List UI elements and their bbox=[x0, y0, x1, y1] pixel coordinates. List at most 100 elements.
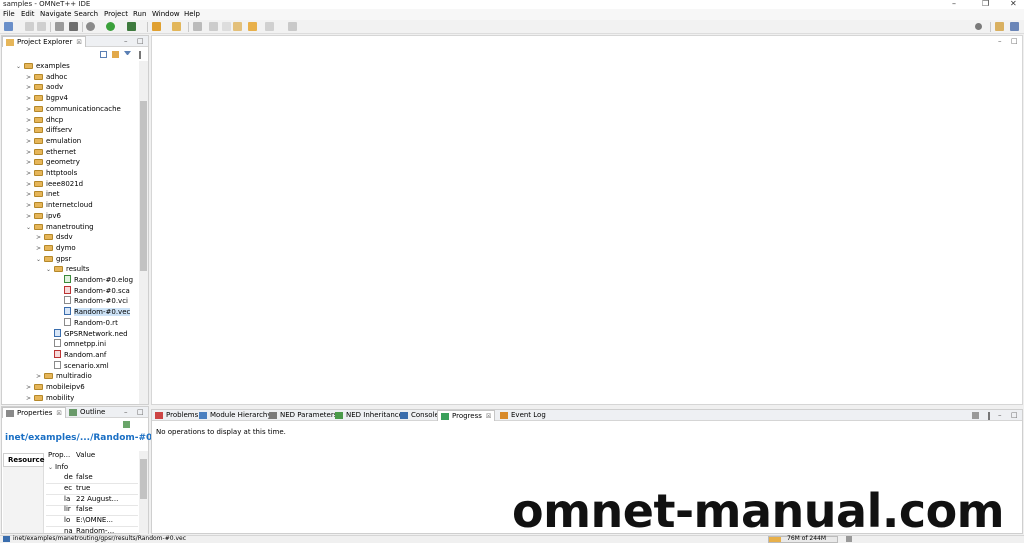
maximize-view-icon[interactable]: □ bbox=[1011, 411, 1018, 419]
close-tab-icon[interactable]: ☒ bbox=[56, 410, 61, 417]
menu-help[interactable]: Help bbox=[184, 10, 200, 18]
chevron-right-icon[interactable]: > bbox=[26, 94, 34, 104]
minimize-view-icon[interactable]: – bbox=[124, 37, 128, 45]
chevron-right-icon[interactable]: > bbox=[26, 148, 34, 158]
chevron-right-icon[interactable]: > bbox=[26, 180, 34, 190]
open-folder-icon[interactable] bbox=[172, 22, 181, 31]
forward-icon[interactable] bbox=[265, 22, 274, 31]
chevron-right-icon[interactable]: > bbox=[26, 73, 34, 83]
tree-item[interactable]: omnetpp.ini bbox=[46, 339, 106, 349]
tree-item[interactable]: > ieee8021d bbox=[26, 179, 83, 189]
chevron-right-icon[interactable]: > bbox=[26, 116, 34, 126]
menu-edit[interactable]: Edit bbox=[21, 10, 35, 18]
tree-item[interactable]: > dhcp bbox=[26, 115, 63, 125]
tree-item[interactable]: > inet bbox=[26, 189, 59, 199]
tree-item[interactable]: GPSRNetwork.ned bbox=[46, 328, 128, 339]
close-tab-icon[interactable]: ☒ bbox=[76, 39, 81, 46]
chevron-right-icon[interactable]: > bbox=[26, 394, 34, 404]
tree-item[interactable]: > ipv6 bbox=[26, 211, 61, 221]
tree-item[interactable]: > internetcloud bbox=[26, 200, 93, 210]
tree-item[interactable]: > dymo bbox=[36, 243, 76, 253]
tab-project-explorer[interactable]: Project Explorer ☒ bbox=[2, 36, 86, 47]
maximize-view-icon[interactable]: □ bbox=[137, 37, 144, 45]
link-editor-icon[interactable] bbox=[112, 51, 119, 58]
wizard-icon[interactable] bbox=[152, 22, 161, 31]
property-value[interactable]: E:\OMNE... bbox=[76, 516, 113, 524]
save-icon[interactable] bbox=[25, 22, 34, 31]
tree-item[interactable]: > multiradio bbox=[36, 371, 92, 381]
chevron-down-icon[interactable]: ⌄ bbox=[46, 265, 54, 275]
tab-resource[interactable]: Resource bbox=[3, 453, 44, 467]
minimize-view-icon[interactable]: – bbox=[998, 411, 1002, 419]
tree-item[interactable]: Random-#0.vci bbox=[56, 296, 128, 306]
tab-console[interactable]: Console bbox=[397, 410, 442, 421]
new-icon[interactable] bbox=[4, 22, 13, 31]
tree-item[interactable]: > communicationcache bbox=[26, 104, 121, 114]
save-all-icon[interactable] bbox=[37, 22, 46, 31]
back-icon[interactable] bbox=[248, 22, 257, 31]
search-icon[interactable] bbox=[975, 23, 982, 30]
chevron-right-icon[interactable]: > bbox=[26, 158, 34, 168]
print-icon[interactable] bbox=[55, 22, 64, 31]
close-button[interactable]: ✕ bbox=[1010, 0, 1017, 8]
tab-ned-parameters[interactable]: NED Parameters bbox=[266, 410, 340, 421]
minimize-button[interactable]: – bbox=[952, 0, 956, 8]
terminal-icon[interactable] bbox=[69, 22, 78, 31]
maximize-button[interactable]: ❐ bbox=[982, 0, 989, 8]
chevron-right-icon[interactable]: > bbox=[26, 137, 34, 147]
tree-item[interactable]: > bgpv4 bbox=[26, 93, 68, 103]
menu-file[interactable]: File bbox=[3, 10, 15, 18]
menu-project[interactable]: Project bbox=[104, 10, 128, 18]
chevron-right-icon[interactable]: > bbox=[36, 233, 44, 243]
debug-icon[interactable] bbox=[127, 22, 136, 31]
tree-item[interactable]: > geometry bbox=[26, 157, 80, 167]
next-annotation-icon[interactable] bbox=[209, 22, 218, 31]
minimize-view-icon[interactable]: – bbox=[124, 408, 128, 416]
tree-item[interactable]: > emulation bbox=[26, 136, 81, 146]
tab-problems[interactable]: Problems bbox=[152, 410, 201, 421]
tree-item[interactable]: ⌄ results bbox=[46, 264, 89, 274]
tree-item[interactable]: Random-#0.vec bbox=[56, 307, 131, 317]
chevron-right-icon[interactable]: > bbox=[26, 212, 34, 222]
tab-progress[interactable]: Progress ☒ bbox=[437, 410, 496, 421]
editor-area[interactable]: – □ bbox=[151, 35, 1023, 405]
view-menu-icon[interactable] bbox=[988, 412, 990, 420]
tree-item[interactable]: > httptools bbox=[26, 168, 77, 178]
menu-run[interactable]: Run bbox=[133, 10, 146, 18]
menu-window[interactable]: Window bbox=[152, 10, 180, 18]
property-value[interactable]: 22 August... bbox=[76, 495, 118, 503]
chevron-right-icon[interactable]: > bbox=[36, 244, 44, 254]
chevron-right-icon[interactable]: > bbox=[26, 105, 34, 115]
tree-item[interactable]: > dsdv bbox=[36, 232, 73, 242]
tab-ned-inheritance[interactable]: NED Inheritance bbox=[332, 410, 406, 421]
chevron-right-icon[interactable]: > bbox=[26, 126, 34, 136]
pin-view-icon[interactable] bbox=[123, 421, 130, 428]
omnetpp-perspective-icon[interactable] bbox=[1010, 22, 1019, 31]
property-value[interactable]: false bbox=[76, 505, 93, 513]
explorer-scroll-thumb[interactable] bbox=[140, 101, 147, 271]
chevron-right-icon[interactable]: > bbox=[36, 372, 44, 382]
tab-outline[interactable]: Outline bbox=[66, 407, 108, 418]
properties-scrollbar[interactable] bbox=[139, 451, 148, 534]
tree-item[interactable]: > ethernet bbox=[26, 147, 76, 157]
tree-item[interactable]: > mobility bbox=[26, 393, 74, 403]
remove-finished-icon[interactable] bbox=[972, 412, 979, 419]
tree-item[interactable]: ⌄ gpsr bbox=[36, 254, 71, 264]
chevron-down-icon[interactable]: ⌄ bbox=[26, 223, 34, 233]
tree-item[interactable]: Random-#0.sca bbox=[56, 285, 130, 296]
chevron-right-icon[interactable]: > bbox=[26, 83, 34, 93]
maximize-editor-icon[interactable]: □ bbox=[1011, 37, 1018, 45]
close-tab-icon[interactable]: ☒ bbox=[486, 413, 491, 420]
tree-item[interactable]: > mobileipv6 bbox=[26, 382, 85, 392]
column-property[interactable]: Prop... bbox=[48, 451, 70, 459]
property-value[interactable]: false bbox=[76, 473, 93, 481]
filter-icon[interactable] bbox=[124, 51, 131, 58]
chevron-right-icon[interactable]: > bbox=[26, 169, 34, 179]
prev-annotation-icon[interactable] bbox=[222, 22, 231, 31]
group-info[interactable]: ⌄ Info bbox=[48, 463, 68, 471]
last-edit-icon[interactable] bbox=[233, 22, 242, 31]
property-value[interactable]: true bbox=[76, 484, 90, 492]
tree-item[interactable]: scenario.xml bbox=[46, 360, 109, 371]
build-icon[interactable] bbox=[86, 22, 95, 31]
pin-icon[interactable] bbox=[288, 22, 297, 31]
